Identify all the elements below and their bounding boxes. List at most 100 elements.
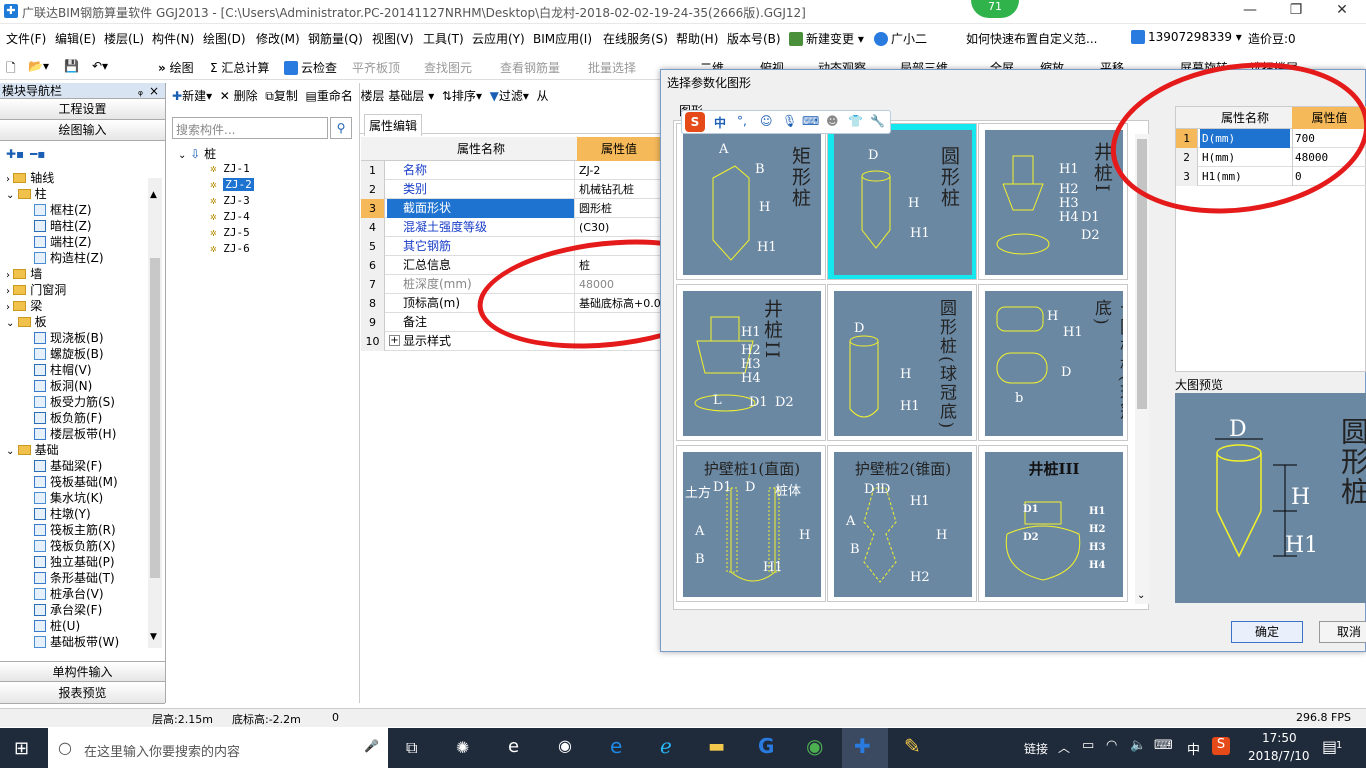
batch-select-button[interactable]: 批量选择 [588, 59, 636, 76]
menu-version[interactable]: 版本号(B) [727, 30, 781, 47]
ime-tray-label[interactable]: 中 [1187, 739, 1200, 758]
shape-card[interactable]: D1 D2 H1 H2 H3 H4 井桩III [978, 445, 1128, 602]
shape-card[interactable]: D H H1 圆形桩 [827, 123, 977, 280]
tree-item[interactable]: › 轴线 [6, 170, 54, 186]
shape-card[interactable]: H H1 Db 长圆柱桩(球冠底) [978, 284, 1128, 441]
undo-icon[interactable]: ↶▾ [92, 59, 108, 73]
sogou-tray-icon[interactable]: S [1212, 737, 1230, 755]
tree-expand-icon[interactable]: ⌄ [6, 318, 18, 329]
minimize-button[interactable]: — [1230, 2, 1270, 22]
pin-icon[interactable]: ᵩ [138, 83, 143, 99]
ime-voice-icon[interactable]: 🎙 [782, 114, 797, 128]
shape-card[interactable]: A B H H1 矩形桩 [676, 123, 826, 280]
search-icon[interactable]: ⚲ [330, 117, 352, 139]
menu-rebar[interactable]: 钢筋量(Q) [308, 30, 363, 47]
component-root[interactable]: ⌄ ⇩ 桩 [178, 145, 216, 162]
from-button[interactable]: 从 [537, 89, 549, 103]
shape-card[interactable]: H1 H2 H3 H4 D1 D2 井桩I [978, 123, 1128, 280]
tree-expand-icon[interactable]: › [6, 286, 13, 297]
menu-bim[interactable]: BIM应用(I) [533, 30, 592, 47]
tree-item[interactable]: 板负筋(F) [34, 410, 102, 426]
edge-icon[interactable]: e [508, 736, 519, 757]
tree-item[interactable]: › 墙 [6, 266, 42, 282]
wifi-icon[interactable]: ◠ [1106, 738, 1117, 753]
tree-expand-icon[interactable]: › [6, 174, 13, 185]
delete-button[interactable]: ✕ 删除 [220, 89, 258, 103]
scroll-up-icon[interactable]: ▲ [150, 190, 157, 200]
report-preview-button[interactable]: 报表预览 [0, 683, 165, 704]
component-item[interactable]: ✲ ZJ-5 [210, 225, 250, 241]
tree-item[interactable]: 基础板带(W) [34, 634, 119, 650]
menu-view[interactable]: 视图(V) [372, 30, 414, 47]
menu-file[interactable]: 文件(F) [6, 30, 46, 47]
property-value[interactable]: (C30) [577, 218, 661, 237]
tree-item[interactable]: 构造柱(Z) [34, 250, 104, 266]
property-row[interactable]: 2 类别 机械钻孔桩 [361, 180, 661, 199]
new-file-icon[interactable]: 🗋 [6, 59, 16, 80]
help-tip-link[interactable]: 如何快速布置自定义范... [966, 30, 1097, 47]
property-row[interactable]: 4 混凝土强度等级 (C30) [361, 218, 661, 237]
shape-card[interactable]: D H H1 圆形桩(球冠底) [827, 284, 977, 441]
tree-item[interactable]: › 梁 [6, 298, 42, 314]
tree-item[interactable]: 端柱(Z) [34, 234, 92, 250]
close-button[interactable]: ✕ [1322, 2, 1362, 22]
expand-all-icon[interactable]: ✚▪ [6, 147, 24, 161]
tree-item[interactable]: 独立基础(P) [34, 554, 115, 570]
tree-item[interactable]: 基础梁(F) [34, 458, 102, 474]
nav-close-icon[interactable]: × [149, 83, 159, 99]
tree-item[interactable]: 板洞(N) [34, 378, 92, 394]
menu-guangxiaoer[interactable]: 广小二 [874, 30, 927, 47]
tree-item[interactable]: 集水坑(K) [34, 490, 103, 506]
app-spiral-icon[interactable]: ◉ [558, 736, 572, 755]
property-value[interactable]: 圆形桩 [577, 199, 661, 218]
tree-item[interactable]: 螺旋板(B) [34, 346, 104, 362]
clock-time[interactable]: 17:50 [1262, 731, 1297, 745]
tree-item[interactable]: 承台梁(F) [34, 602, 102, 618]
draw-button[interactable]: » 绘图 [158, 59, 194, 76]
open-file-icon[interactable]: 📂▾ [28, 59, 49, 73]
menu-edit[interactable]: 编辑(E) [55, 30, 96, 47]
file-explorer-icon[interactable]: ▬ [708, 736, 725, 757]
ime-keyboard-icon[interactable]: ⌨ [802, 114, 819, 128]
ie-icon[interactable]: ℯ [660, 734, 672, 758]
restore-button[interactable]: ❐ [1276, 2, 1316, 22]
task-view-icon[interactable]: ⧉ [406, 738, 417, 758]
ime-settings-icon[interactable]: 🔧 [870, 114, 885, 128]
cloud-check-button[interactable]: 云检查 [284, 59, 337, 76]
component-search-input[interactable]: 搜索构件... [172, 117, 328, 139]
taskbar-search[interactable]: ○ 在这里输入你要搜索的内容 🎤 [48, 728, 388, 768]
menu-tools[interactable]: 工具(T) [423, 30, 464, 47]
tree-item[interactable]: 框柱(Z) [34, 202, 92, 218]
ime-chinese-icon[interactable]: 中 [714, 114, 726, 131]
tree-scrollbar[interactable]: ▲ ▼ [148, 178, 162, 648]
tree-item[interactable]: 筏板主筋(R) [34, 522, 116, 538]
tree-item[interactable]: 柱墩(Y) [34, 506, 91, 522]
view-rebar-button[interactable]: 查看钢筋量 [500, 59, 560, 76]
save-icon[interactable]: 💾 [64, 59, 79, 73]
scroll-down-icon[interactable]: ▼ [150, 632, 157, 642]
ok-button[interactable]: 确定 [1231, 621, 1303, 643]
tree-item[interactable]: 柱帽(V) [34, 362, 92, 378]
tree-item[interactable]: 暗柱(Z) [34, 218, 92, 234]
gallery-scroll-down-icon[interactable]: ⌄ [1137, 590, 1145, 601]
user-account[interactable]: 13907298339 ▾ [1131, 30, 1242, 44]
tree-expand-icon[interactable]: ⌄ [6, 190, 18, 201]
menu-new-change[interactable]: 新建变更 ▾ [789, 30, 864, 47]
flush-slab-button[interactable]: 平齐板顶 [352, 59, 400, 76]
new-component-button[interactable]: ✚新建▾ [172, 89, 212, 103]
menu-modify[interactable]: 修改(M) [256, 30, 300, 47]
expand-plus-icon[interactable]: + [389, 335, 400, 346]
keyboard-tray-icon[interactable]: ⌨ [1154, 738, 1173, 753]
sogou-logo-icon[interactable]: S [685, 112, 705, 132]
menu-online[interactable]: 在线服务(S) [603, 30, 668, 47]
tree-item[interactable]: 现浇板(B) [34, 330, 104, 346]
menu-floor[interactable]: 楼层(L) [104, 30, 144, 47]
tree-expand-icon[interactable]: › [6, 270, 13, 281]
tree-expand-icon[interactable]: › [6, 302, 13, 313]
shape-card[interactable]: 土方 D1 D 桩体 A B H H1 护壁桩1(直面) [676, 445, 826, 602]
tree-item[interactable]: ⌄ 基础 [6, 442, 59, 458]
ie-blue-icon[interactable]: e [610, 734, 622, 758]
component-item[interactable]: ✲ ZJ-1 [210, 161, 250, 177]
action-center-icon[interactable]: ▤ [1322, 737, 1337, 756]
notification-badge[interactable]: 71 [971, 0, 1019, 18]
